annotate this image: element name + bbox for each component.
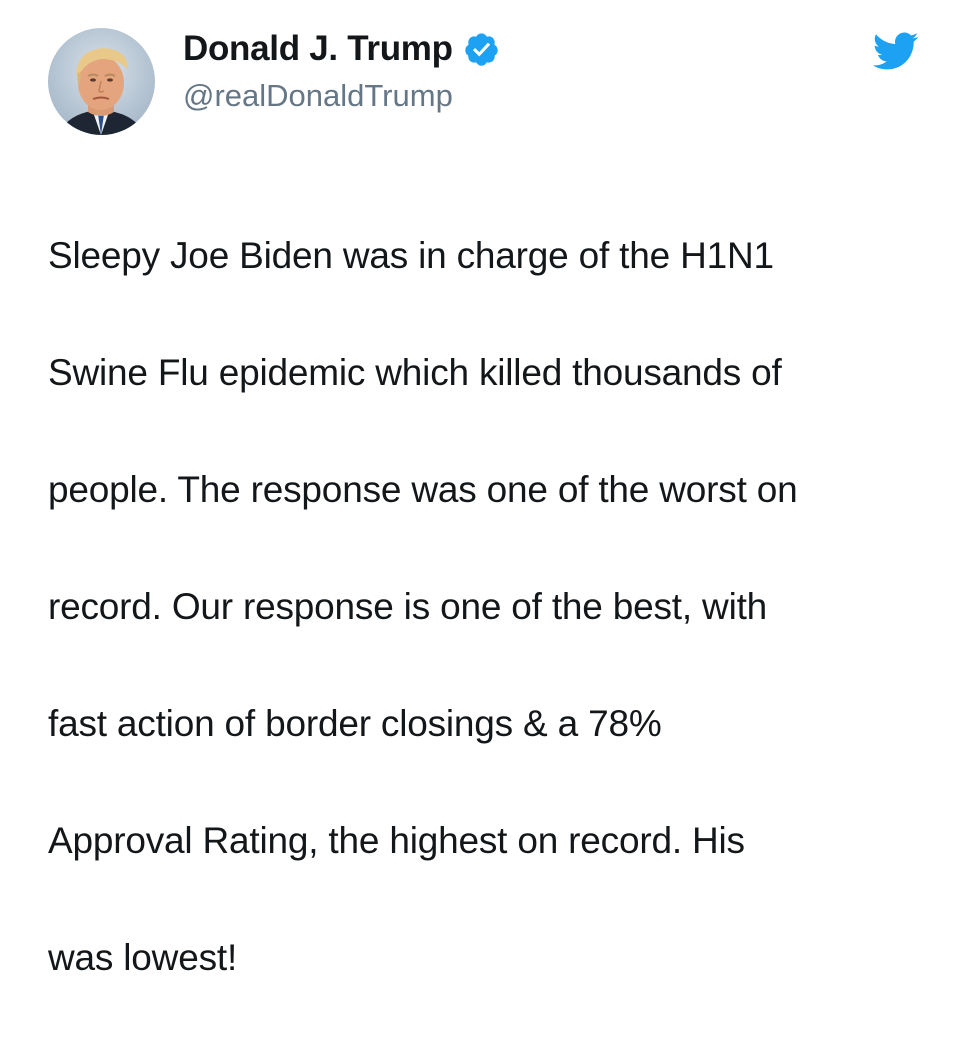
twitter-bird-icon[interactable] bbox=[871, 31, 919, 71]
tweet-text-line: Approval Rating, the highest on record. … bbox=[48, 819, 745, 861]
verified-badge-icon bbox=[463, 31, 500, 68]
avatar-image bbox=[48, 28, 155, 135]
user-info: Donald J. Trump @realDonaldTrump bbox=[183, 26, 500, 114]
tweet-text-line: was lowest! bbox=[48, 936, 238, 978]
tweet-text-line: Swine Flu epidemic which killed thousand… bbox=[48, 351, 782, 393]
tweet-text-line: fast action of border closings & a 78% bbox=[48, 702, 662, 744]
tweet-text-line: people. The response was one of the wors… bbox=[48, 468, 798, 510]
name-row: Donald J. Trump bbox=[183, 26, 500, 72]
avatar[interactable] bbox=[48, 28, 155, 135]
tweet-text: Sleepy Joe Biden was in charge of the H1… bbox=[48, 168, 938, 1046]
user-handle[interactable]: @realDonaldTrump bbox=[183, 78, 500, 114]
tweet-text-line: record. Our response is one of the best,… bbox=[48, 585, 768, 627]
display-name[interactable]: Donald J. Trump bbox=[183, 29, 453, 69]
tweet-card: Donald J. Trump @realDonaldTrump Sleepy … bbox=[0, 0, 972, 978]
tweet-text-line: Sleepy Joe Biden was in charge of the H1… bbox=[48, 234, 774, 276]
